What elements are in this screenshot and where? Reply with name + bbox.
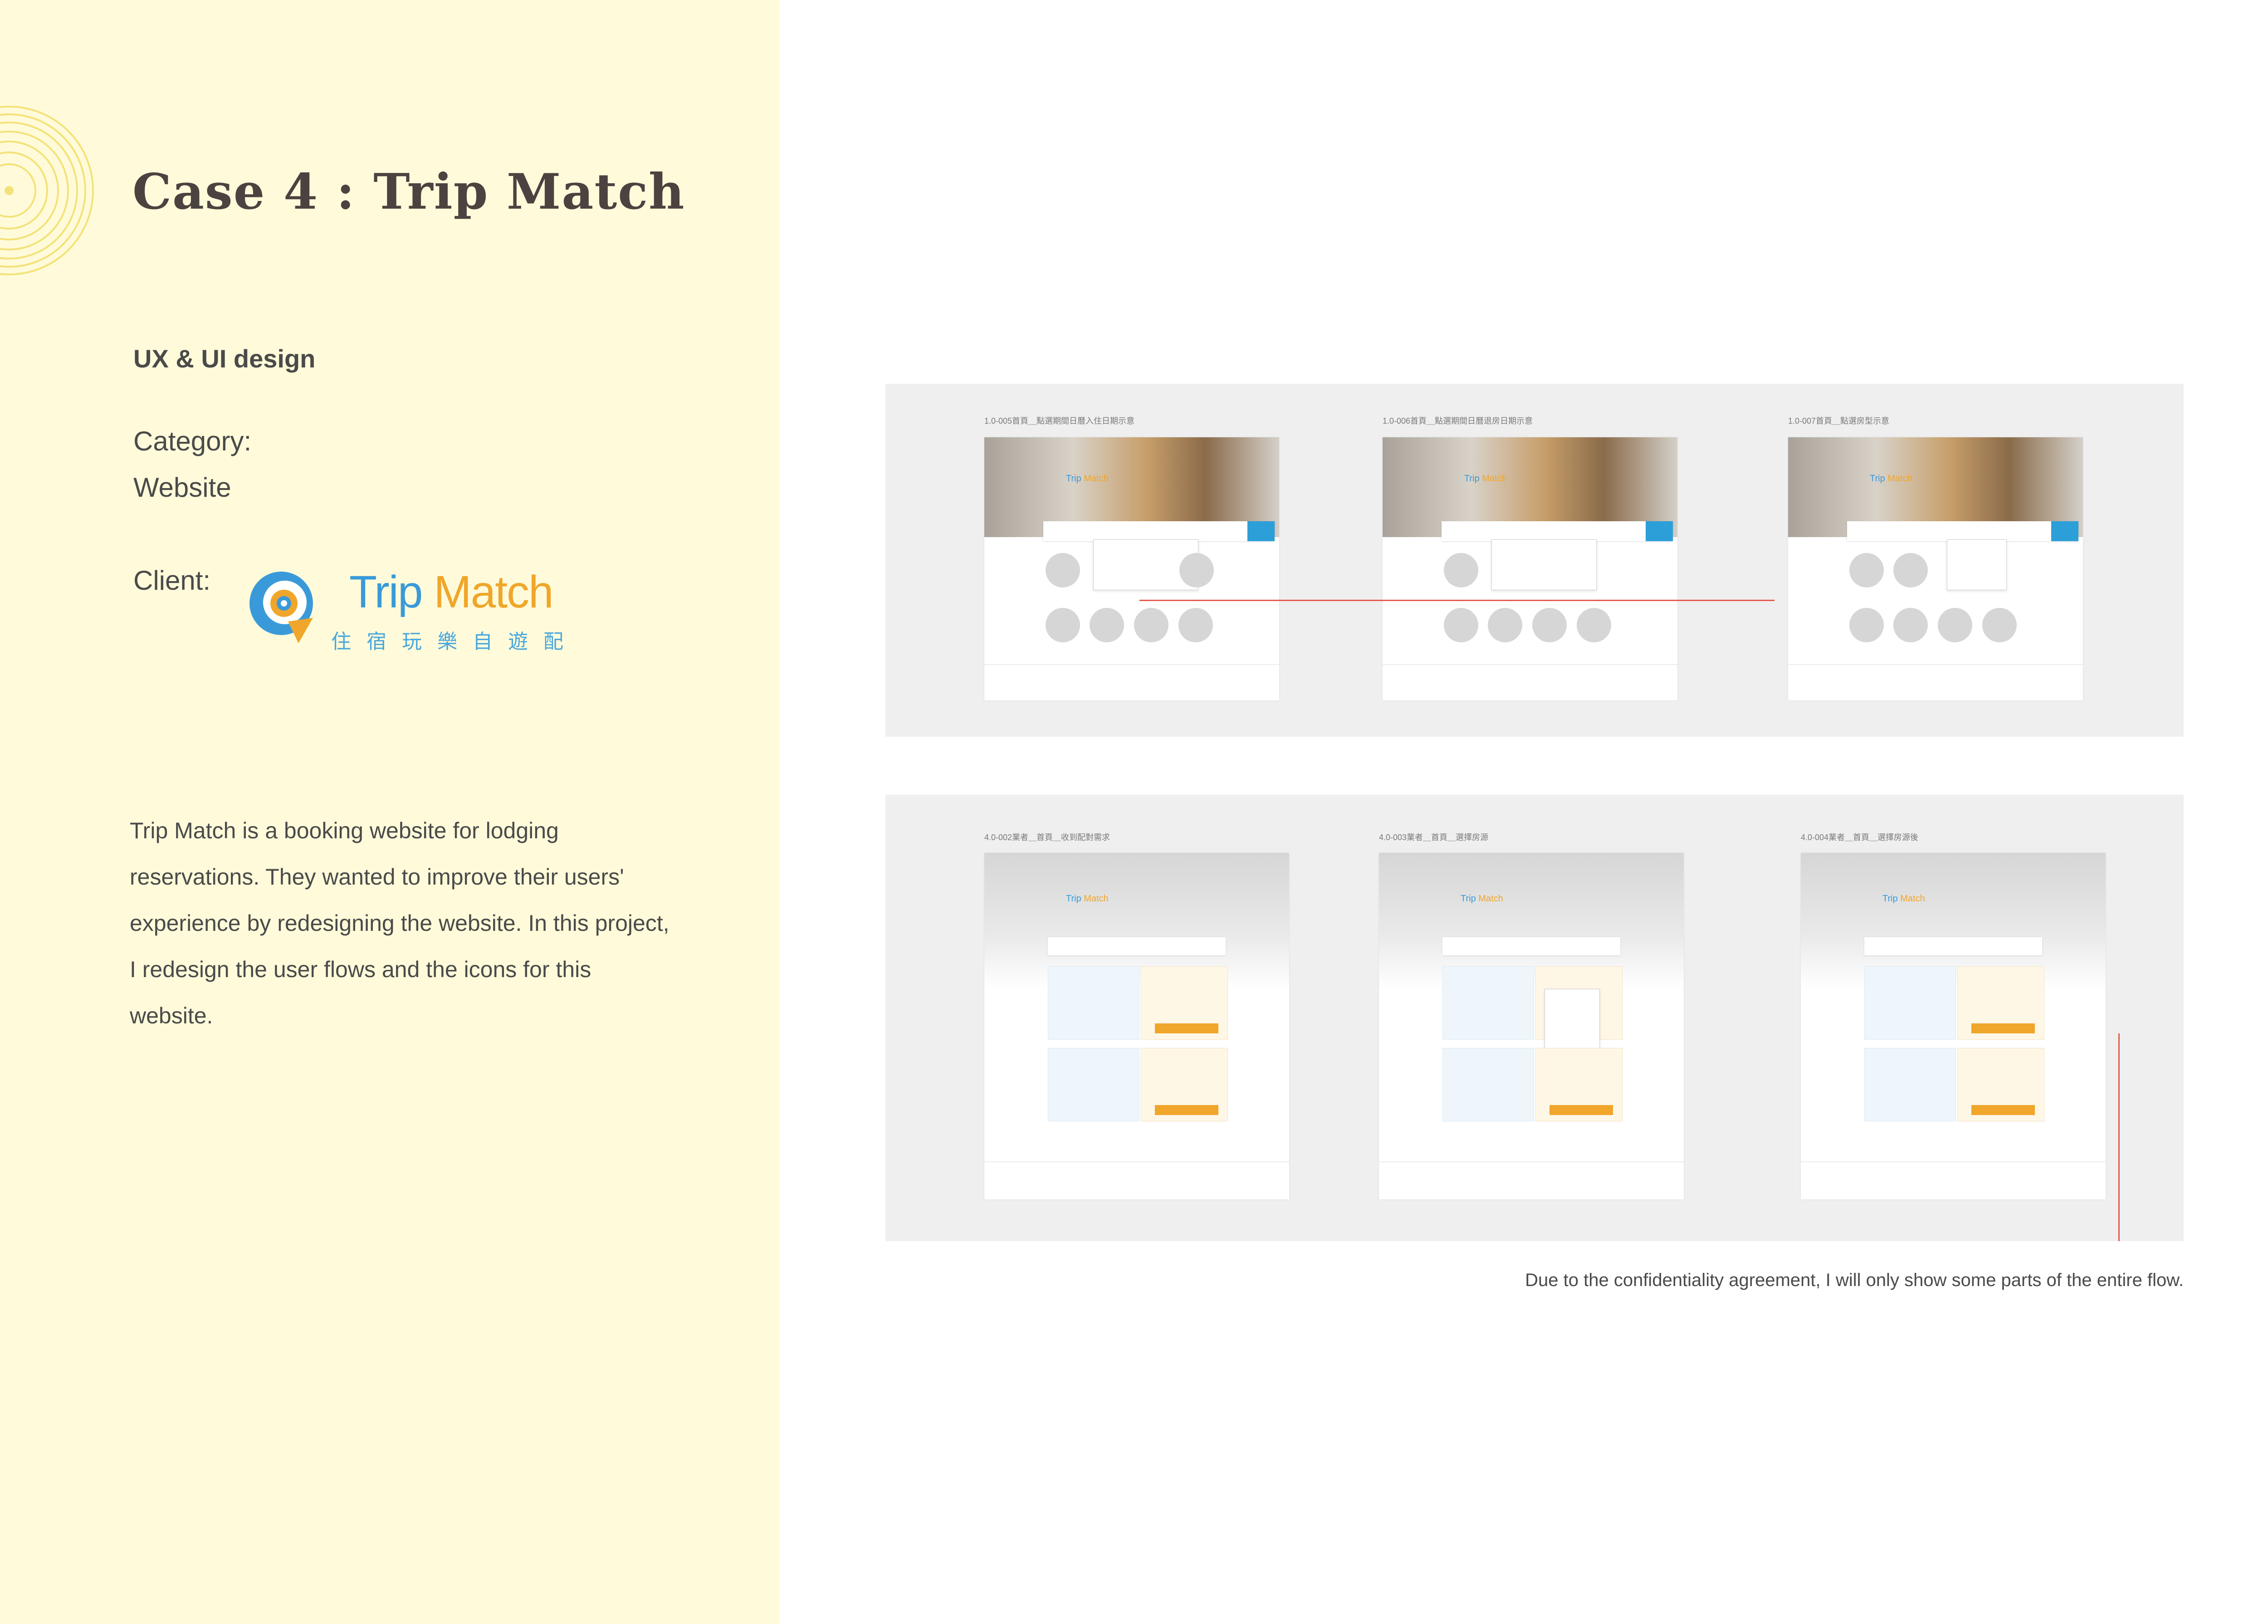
request-banner <box>1864 937 2042 955</box>
role-heading: UX & UI design <box>133 344 316 373</box>
search-bar <box>1442 521 1673 541</box>
category-circle <box>1982 608 2017 642</box>
category-circle <box>1893 553 1928 587</box>
category-circle <box>1938 608 1972 642</box>
screen-caption: 4.0-002業者＿首頁＿收到配對需求 <box>984 833 1110 842</box>
request-banner <box>1442 937 1620 955</box>
screen-caption: 1.0-007首頁＿點選房型示意 <box>1788 416 1890 426</box>
client-label: Client: <box>133 565 211 596</box>
screen-caption: 1.0-005首頁＿點選期間日曆入住日期示意 <box>984 416 1135 426</box>
screen-caption: 4.0-003業者＿首頁＿選擇房源 <box>1379 833 1489 842</box>
search-bar <box>1043 521 1275 541</box>
screen-mockup: Trip Match <box>1383 437 1677 700</box>
request-card <box>1442 1048 1534 1121</box>
search-button <box>1646 521 1673 541</box>
send-offer-button <box>1155 1105 1218 1115</box>
send-offer-button <box>1971 1023 2035 1033</box>
logo-wordmark: Trip Match <box>349 566 554 618</box>
hero-brand: Trip Match <box>1066 894 1109 904</box>
confidentiality-note: Due to the confidentiality agreement, I … <box>1525 1270 2184 1290</box>
footer-divider <box>1801 1161 2106 1162</box>
footer-divider <box>1788 664 2083 665</box>
footer-divider <box>984 1161 1289 1162</box>
send-offer-button <box>1549 1105 1613 1115</box>
offer-card <box>1141 1048 1228 1121</box>
hero-brand: Trip Match <box>1066 474 1109 484</box>
search-bar <box>1847 521 2078 541</box>
calendar-popup <box>1491 539 1597 590</box>
screen-mockup: Trip Match <box>984 853 1289 1199</box>
footer-divider <box>984 664 1279 665</box>
annotation-connector <box>2118 1033 2120 1241</box>
screen-caption: 4.0-004業者＿首頁＿選擇房源後 <box>1801 833 1919 842</box>
send-offer-button <box>1155 1023 1218 1033</box>
sun-rings-decoration <box>0 106 94 275</box>
flow-gallery-homepage: 1.0-005首頁＿點選期間日曆入住日期示意 Trip Match 1.0-00… <box>885 384 2184 737</box>
annotation-connector <box>1139 600 1774 601</box>
offer-card <box>1141 966 1228 1040</box>
screen-mockup: Trip Match <box>1379 853 1684 1199</box>
send-offer-button <box>1971 1105 2035 1115</box>
category-circle <box>1444 553 1478 587</box>
screen-mockup: Trip Match <box>1788 437 2083 700</box>
search-button <box>2051 521 2078 541</box>
hero-brand: Trip Match <box>1461 894 1503 904</box>
search-button <box>1247 521 1275 541</box>
request-card <box>1442 966 1534 1040</box>
category-circle <box>1046 553 1080 587</box>
screen-mockup: Trip Match <box>984 437 1279 700</box>
request-banner <box>1048 937 1226 955</box>
project-description: Trip Match is a booking website for lodg… <box>130 818 670 1028</box>
logo-word-trip: Trip <box>349 567 434 617</box>
category-circle <box>1488 608 1522 642</box>
category-circle <box>1532 608 1567 642</box>
hero-brand: Trip Match <box>1882 894 1925 904</box>
category-circle <box>1046 608 1080 642</box>
category-circle <box>1444 608 1478 642</box>
request-card <box>1048 1048 1139 1121</box>
offer-card <box>1535 1048 1623 1121</box>
category-circle <box>1090 608 1124 642</box>
category-value: Website <box>133 472 231 503</box>
category-circle <box>1134 608 1168 642</box>
intro-panel: Case 4 : Trip Match UX & UI design Categ… <box>0 0 779 1624</box>
hero-brand: Trip Match <box>1870 474 1912 484</box>
trip-match-logo-mark-icon <box>249 572 313 643</box>
category-circle <box>1849 553 1884 587</box>
offer-card <box>1957 966 2044 1040</box>
request-card <box>1864 966 1956 1040</box>
logo-word-match: Match <box>434 567 553 617</box>
category-circle <box>1178 608 1213 642</box>
category-circle <box>1179 553 1214 587</box>
request-card <box>1864 1048 1956 1121</box>
category-circle <box>1577 608 1611 642</box>
hero-brand: Trip Match <box>1464 474 1507 484</box>
category-circle <box>1893 608 1928 642</box>
logo-subtitle: 住宿玩樂自遊配 <box>331 631 579 653</box>
offer-card <box>1957 1048 2044 1121</box>
case-title: Case 4 : Trip Match <box>132 163 685 220</box>
footer-divider <box>1379 1161 1684 1162</box>
footer-divider <box>1383 664 1677 665</box>
screen-caption: 1.0-006首頁＿點選期間日曆退房日期示意 <box>1383 416 1533 426</box>
category-label: Category: <box>133 426 252 456</box>
request-card <box>1048 966 1139 1040</box>
flow-gallery-vendor: 4.0-002業者＿首頁＿收到配對需求 Trip Match 4.0-003業者… <box>885 795 2184 1241</box>
category-circle <box>1849 608 1884 642</box>
room-type-dropdown <box>1947 539 2007 590</box>
screen-mockup: Trip Match <box>1801 853 2106 1199</box>
client-logo: Trip Match 住宿玩樂自遊配 <box>245 567 603 658</box>
